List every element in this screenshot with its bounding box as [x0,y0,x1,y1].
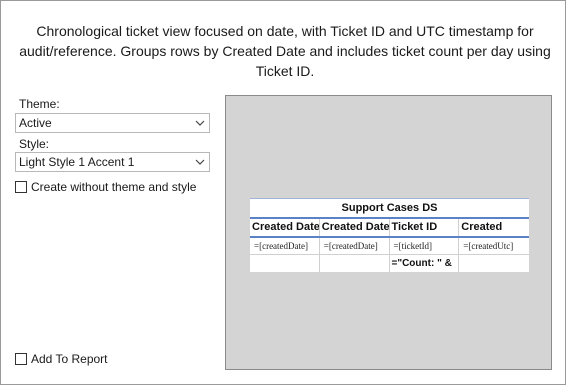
add-to-report-checkbox[interactable] [15,353,27,365]
detail-cell: =[createdDate] [250,238,320,255]
header-row: Created Date Created Date Ticket ID Crea… [250,219,529,238]
theme-label: Theme: [19,97,60,111]
preview-title: Support Cases DS [250,198,529,219]
theme-value: Active [19,116,52,130]
header-cell: Created Date [250,219,320,236]
footer-cell: ="Count: " & [390,255,460,272]
dialog-frame: Chronological ticket view focused on dat… [0,0,566,385]
header-cell: Created [461,221,503,233]
report-description: Chronological ticket view focused on dat… [19,23,551,79]
create-without-theme-checkbox[interactable] [15,181,27,193]
detail-cell: =[createdUtc] [459,238,529,255]
style-value: Light Style 1 Accent 1 [19,155,135,169]
report-preview: Support Cases DS Created Date Created Da… [225,95,552,370]
chevron-down-icon [195,120,205,126]
header-cell: Created Date [320,219,390,236]
create-without-theme-label: Create without theme and style [31,180,197,194]
preview-table: Support Cases DS Created Date Created Da… [250,198,529,272]
detail-row: =[createdDate] =[createdDate] =[ticketId… [250,238,529,255]
add-to-report-label: Add To Report [31,352,108,366]
footer-cell [250,255,320,272]
detail-cell: =[createdDate] [319,238,390,255]
footer-cell [320,255,390,272]
detail-cell: =[ticketId] [389,238,460,255]
style-label: Style: [19,137,50,151]
header-cell: Ticket ID [390,219,460,236]
footer-cell [459,255,529,272]
theme-dropdown[interactable]: Active [15,113,210,133]
footer-row: ="Count: " & [250,255,529,272]
chevron-down-icon [195,159,205,165]
style-dropdown[interactable]: Light Style 1 Accent 1 [15,152,210,172]
